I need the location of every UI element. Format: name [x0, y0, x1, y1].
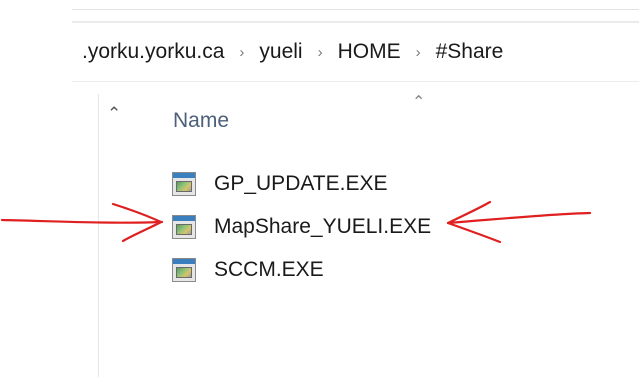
- annotation-arrows: [0, 200, 592, 244]
- right-arrow-shaft: [446, 211, 592, 225]
- left-arrow-shaft: [0, 218, 164, 224]
